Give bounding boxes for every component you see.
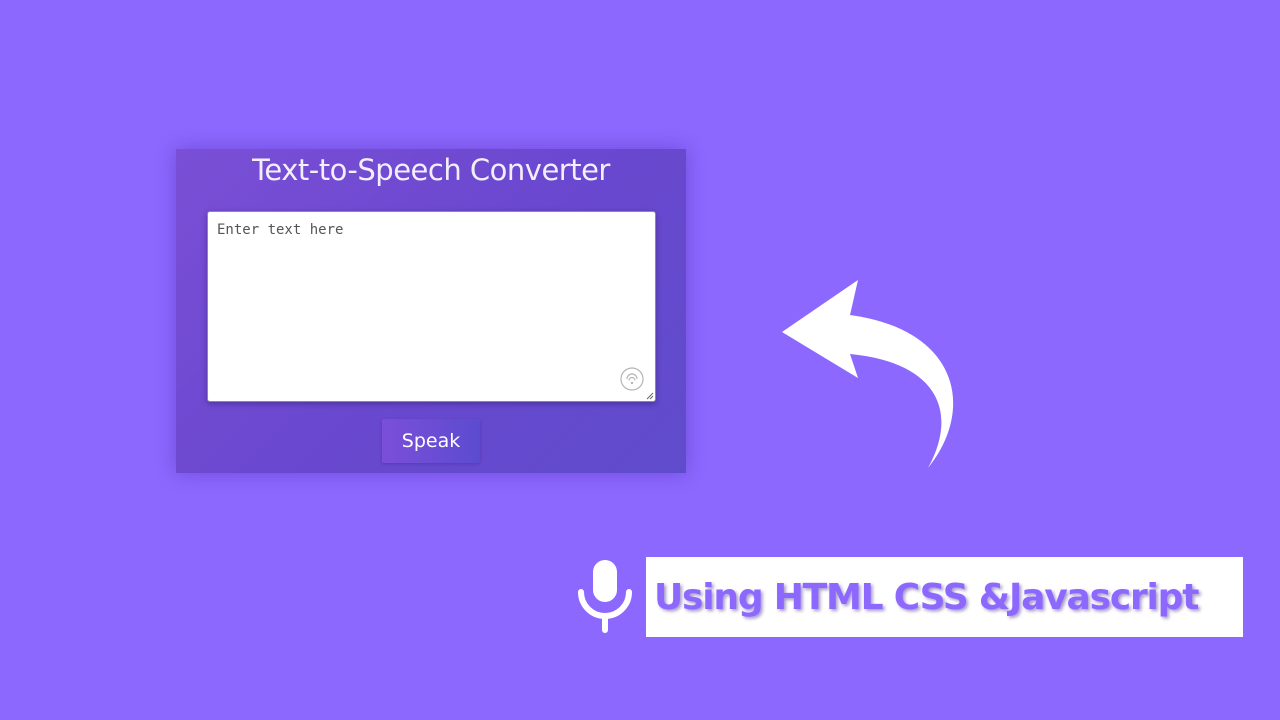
text-input-placeholder: Enter text here xyxy=(217,222,344,238)
text-input-area[interactable]: Enter text here xyxy=(207,211,656,402)
page-background: { "app": { "title": "Text-to-Speech Conv… xyxy=(0,0,1280,720)
curved-arrow-icon xyxy=(782,280,954,468)
speak-button[interactable]: Speak xyxy=(382,419,480,463)
microphone-icon xyxy=(578,560,632,633)
resize-handle-icon[interactable] xyxy=(646,392,654,400)
tech-banner: Using HTML CSS &Javascript xyxy=(646,557,1243,637)
microphone-icon[interactable] xyxy=(620,367,644,391)
page-title: Text-to-Speech Converter xyxy=(252,153,610,187)
banner-text: Using HTML CSS &Javascript xyxy=(654,577,1199,618)
